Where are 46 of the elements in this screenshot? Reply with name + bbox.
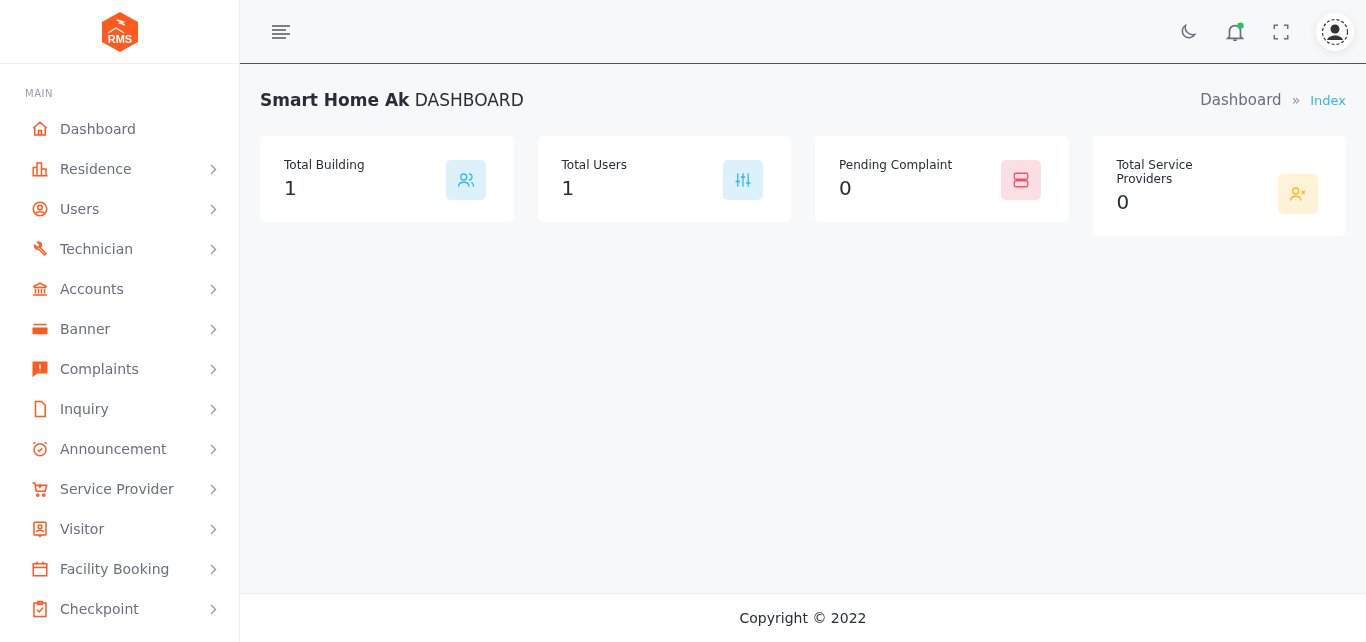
sidebar-item[interactable]: Inquiry [0, 389, 239, 429]
sliders-icon [734, 171, 752, 189]
stat-title: Total Service Providers [1116, 158, 1194, 186]
breadcrumb-link[interactable]: Dashboard [1200, 91, 1282, 109]
sidebar-item[interactable]: Announcement [0, 429, 239, 469]
sidebar-item[interactable]: Visitor [0, 509, 239, 549]
sidebar-item[interactable]: Facility Booking [0, 549, 239, 589]
sidebar-item[interactable]: Accounts [0, 269, 239, 309]
stat-value: 1 [284, 176, 298, 200]
alert-icon [31, 360, 49, 378]
bar-chart-icon [31, 160, 49, 178]
stat-value: 0 [839, 176, 853, 200]
wrench-icon [31, 240, 49, 258]
bell-icon[interactable] [1224, 20, 1246, 43]
user-remove-icon [1289, 185, 1307, 203]
cart-icon [31, 480, 49, 498]
section-label: MAIN [24, 87, 54, 101]
alarm-clock-icon [31, 440, 49, 458]
page-title: Smart Home Ak DASHBOARD [260, 90, 524, 110]
avatar[interactable] [1316, 12, 1354, 51]
stat-title: Pending Complaint [839, 158, 953, 172]
stat-value: 0 [1116, 190, 1131, 214]
user-icon [31, 200, 49, 218]
sidebar-item[interactable]: Dashboard [0, 109, 239, 149]
users-icon [456, 171, 475, 189]
sidebar-item[interactable]: Checkpoint [0, 589, 239, 629]
logo: RMS [100, 10, 139, 53]
stat-title: Total Users [561, 158, 627, 172]
clipboard-icon [31, 600, 49, 618]
sidebar-item[interactable]: Service Provider [0, 469, 239, 509]
sidebar-item[interactable]: Residence [0, 149, 239, 189]
menu-icon[interactable] [272, 24, 290, 39]
calendar-icon [31, 560, 49, 578]
bank-icon [31, 280, 49, 298]
sidebar-item[interactable]: Banner [0, 309, 239, 349]
sidebar-item[interactable]: Complaints [0, 349, 239, 389]
breadcrumb-separator: » [1291, 92, 1301, 108]
home-icon [31, 120, 49, 138]
fullscreen-icon[interactable] [1272, 22, 1290, 41]
id-badge-icon [31, 520, 49, 538]
stat-value: 1 [561, 176, 576, 200]
footer-text: Copyright © 2022 [240, 593, 1366, 642]
sidebar-item[interactable]: Users [0, 189, 239, 229]
server-icon [1011, 171, 1030, 189]
sidebar-item[interactable]: Technician [0, 229, 239, 269]
stat-title: Total Building [284, 158, 365, 172]
